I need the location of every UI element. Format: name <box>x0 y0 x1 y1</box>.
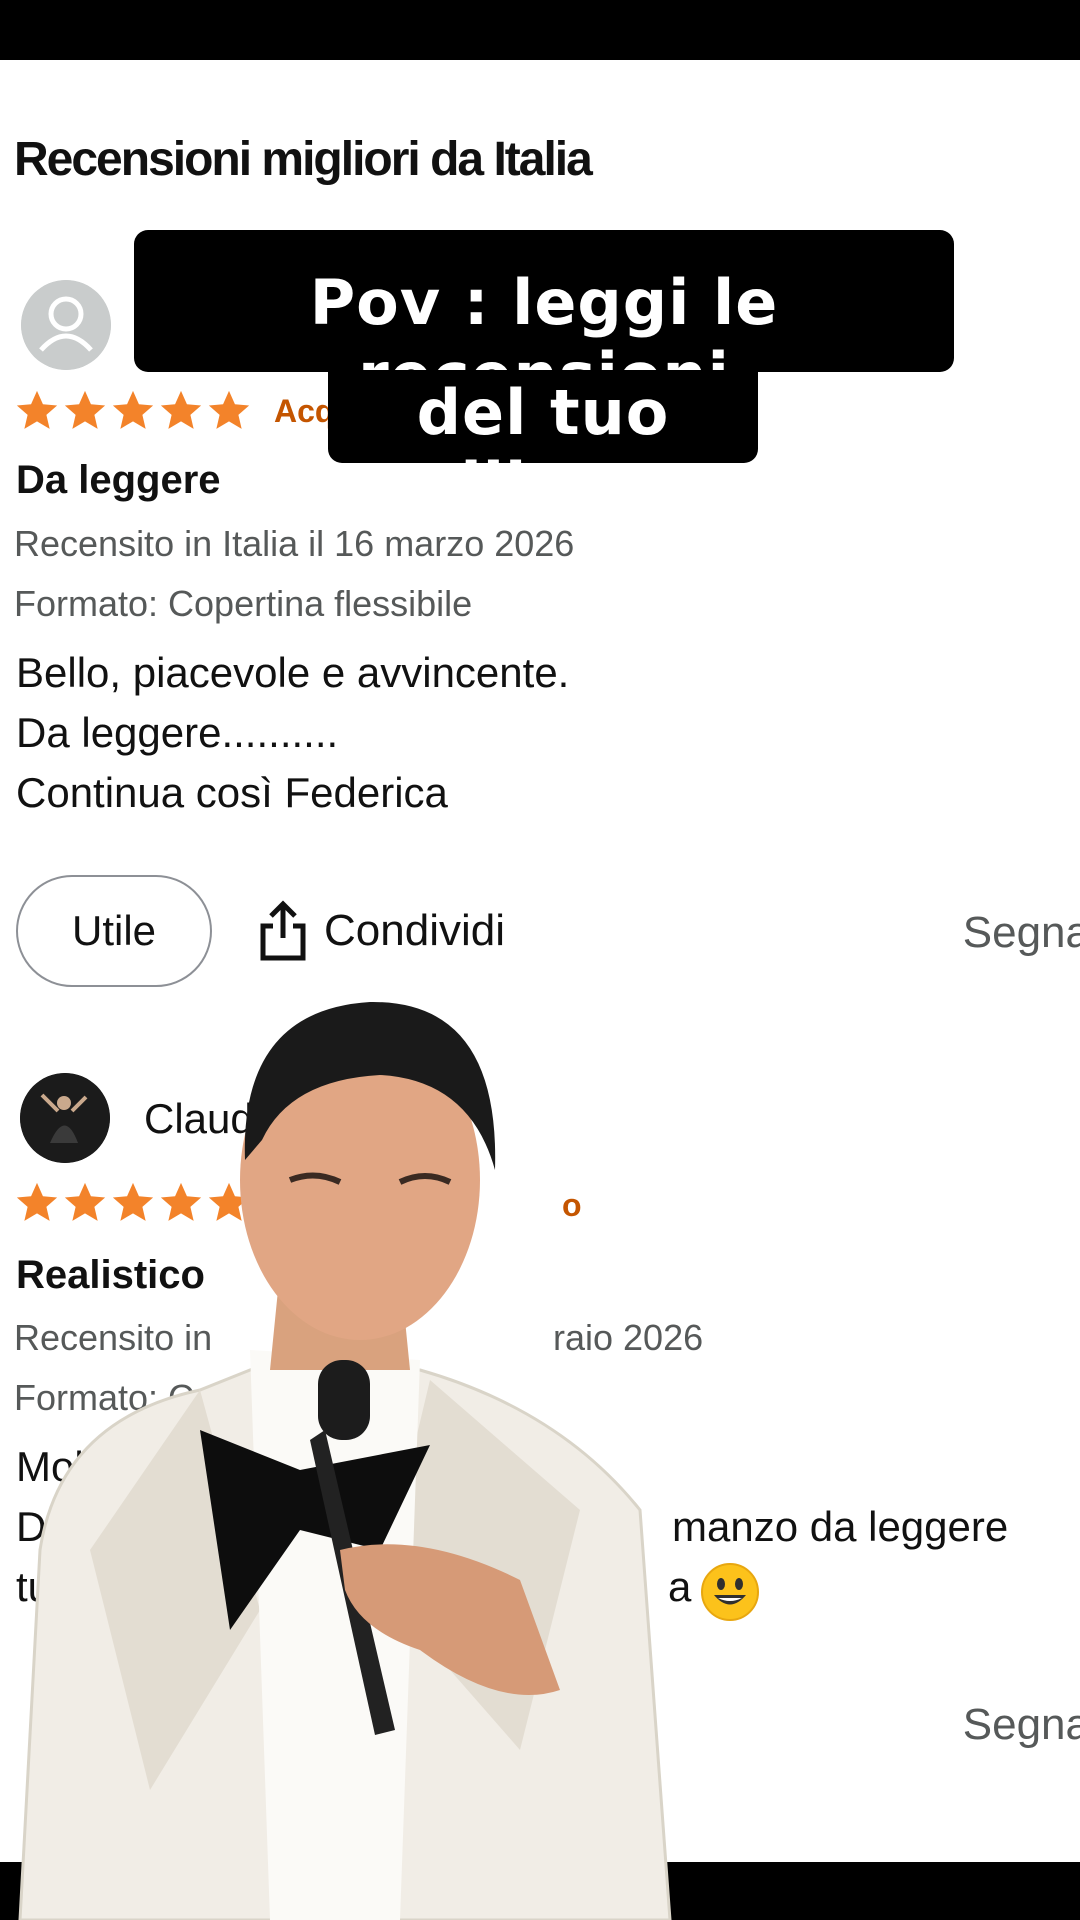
star-icon <box>112 390 154 429</box>
verified-purchase-label: Acq <box>274 393 335 429</box>
star-icon <box>64 390 106 429</box>
smiley-emoji-icon <box>701 1563 759 1621</box>
helpful-button[interactable]: Utile <box>16 875 212 987</box>
top-black-bar <box>0 0 1080 60</box>
reviewer-avatar[interactable] <box>21 280 111 370</box>
star-icon <box>208 390 250 429</box>
presenter-cutout-image <box>18 1001 672 1920</box>
caption-line-2: del tuo libro <box>328 370 758 522</box>
star-icon <box>160 390 202 429</box>
share-icon <box>260 900 306 961</box>
review-body-line: manzo da leggere <box>672 1503 1009 1550</box>
rating-stars <box>14 388 252 434</box>
report-link[interactable]: Segna <box>963 908 1080 958</box>
star-icon <box>16 390 58 429</box>
share-button[interactable]: Condividi <box>258 900 505 962</box>
review-format: Formato: Copertina flessibile <box>14 583 473 624</box>
caption-line-1: Pov : leggi le recensioni <box>134 230 954 412</box>
review-body: Bello, piacevole e avvincente. Da legger… <box>16 649 570 816</box>
share-label: Condividi <box>324 906 505 955</box>
page-title: Recensioni migliori da Italia <box>14 133 593 186</box>
user-placeholder-icon <box>21 280 111 370</box>
review-title[interactable]: Da leggere <box>16 458 221 503</box>
review-date: Recensito in Italia il 16 marzo 2026 <box>14 523 575 564</box>
report-link[interactable]: Segna <box>963 1700 1080 1750</box>
